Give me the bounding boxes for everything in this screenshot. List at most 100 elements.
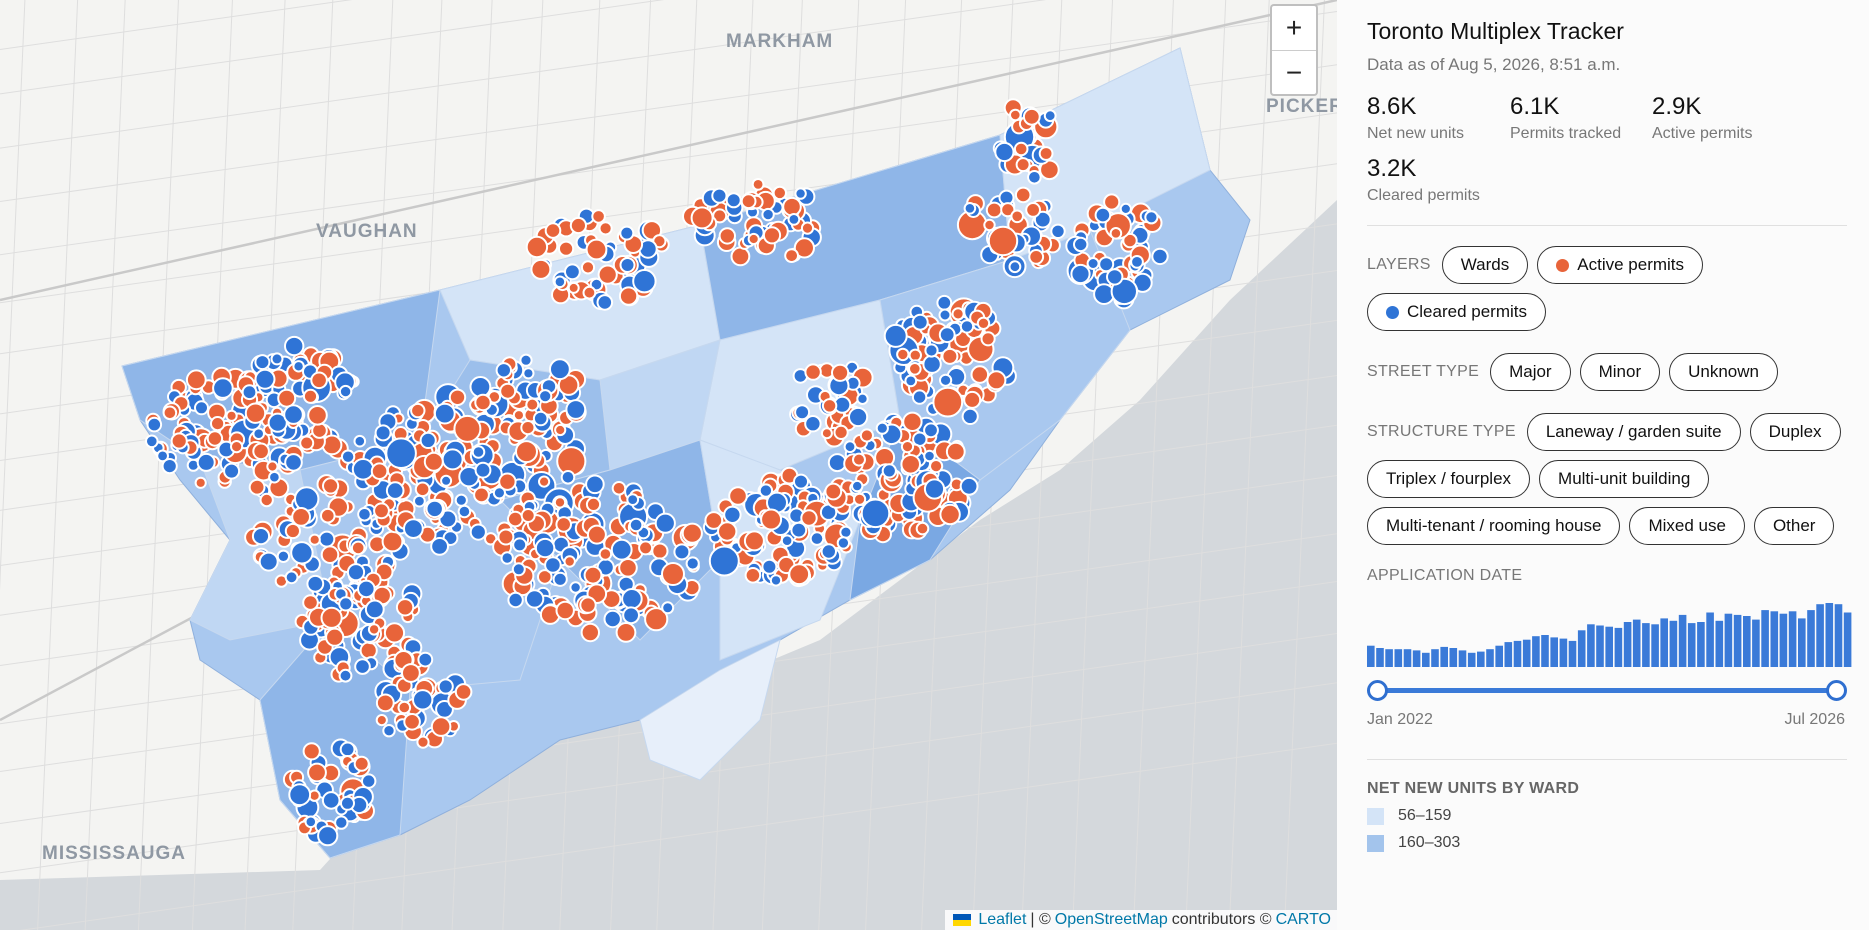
map-canvas[interactable] [0, 0, 1337, 930]
structure-type-laneway[interactable]: Laneway / garden suite [1526, 413, 1741, 451]
active-permit-marker [833, 424, 849, 440]
active-permit-marker [499, 382, 517, 400]
active-permit-marker [554, 423, 567, 437]
cleared-permit-marker [809, 531, 825, 546]
structure-type-triplex[interactable]: Triplex / fourplex [1367, 460, 1531, 498]
active-permit-marker [932, 386, 964, 418]
cleared-permit-marker [292, 360, 305, 373]
carto-link[interactable]: CARTO [1276, 911, 1331, 929]
cleared-permit-marker [145, 434, 159, 449]
active-permit-marker [983, 218, 996, 232]
active-dot-icon [1556, 258, 1570, 272]
active-permit-marker [852, 452, 866, 467]
cleared-permit-marker [474, 461, 492, 479]
active-permit-marker [1103, 193, 1121, 211]
histogram-bar [1761, 610, 1769, 667]
map[interactable]: MARKHAM VAUGHAN PICKER MISSISSAUGA + − L… [0, 0, 1337, 930]
layer-toggle-cleared-permits[interactable]: Cleared permits [1367, 293, 1546, 331]
structure-type-mixed-use[interactable]: Mixed use [1629, 507, 1745, 545]
slider-handle-end[interactable] [1826, 680, 1847, 701]
cleared-permit-marker [353, 434, 367, 448]
date-range-slider[interactable] [1367, 678, 1847, 702]
active-permit-marker [976, 316, 991, 330]
zoom-out-button[interactable]: − [1272, 50, 1316, 94]
active-permit-marker [730, 246, 751, 267]
cleared-permit-marker [534, 537, 556, 559]
cleared-permit-marker [338, 596, 354, 612]
cleared-permit-marker [1070, 263, 1091, 285]
layer-toggle-wards[interactable]: Wards [1441, 246, 1529, 284]
cleared-permit-marker [661, 601, 675, 615]
structure-type-rooming-house[interactable]: Multi-tenant / rooming house [1367, 507, 1621, 545]
cleared-permit-marker [441, 448, 464, 471]
structure-type-multi-unit[interactable]: Multi-unit building [1539, 460, 1710, 498]
cleared-permit-marker [284, 570, 299, 585]
active-permit-marker [307, 405, 328, 426]
layer-toggle-active-permits[interactable]: Active permits [1537, 246, 1704, 284]
legend-label: 160–303 [1398, 834, 1461, 851]
structure-type-title: STRUCTURE TYPE [1367, 423, 1516, 440]
active-permit-marker [230, 440, 244, 454]
cleared-permit-marker [673, 543, 691, 561]
active-permit-marker [185, 369, 207, 391]
active-permit-marker [520, 508, 536, 523]
cleared-permit-marker [334, 815, 349, 830]
active-permit-marker [582, 285, 597, 300]
zoom-in-button[interactable]: + [1272, 6, 1316, 50]
openstreetmap-link[interactable]: OpenStreetMap [1055, 911, 1168, 929]
active-permit-marker [244, 402, 267, 424]
cleared-permit-marker [654, 512, 676, 534]
active-permit-marker [206, 430, 224, 447]
active-permit-marker [266, 460, 279, 473]
histogram-bar [1495, 645, 1503, 667]
active-permit-marker [900, 440, 915, 454]
active-permit-marker [359, 641, 378, 660]
histogram-bar [1550, 637, 1558, 667]
street-type-unknown[interactable]: Unknown [1669, 353, 1778, 391]
active-permit-marker [473, 486, 490, 504]
city-label-vaughan: VAUGHAN [316, 221, 418, 242]
active-permit-marker [567, 281, 580, 294]
street-type-minor[interactable]: Minor [1579, 353, 1661, 391]
histogram-bar [1367, 645, 1375, 667]
cleared-permit-marker [338, 384, 353, 399]
active-permit-marker [661, 562, 685, 586]
cleared-permit-marker [258, 551, 279, 572]
structure-type-duplex[interactable]: Duplex [1749, 413, 1841, 451]
structure-type-other[interactable]: Other [1753, 507, 1835, 545]
leaflet-link[interactable]: Leaflet [978, 911, 1026, 929]
attribution-contributors: contributors © [1171, 911, 1272, 928]
cleared-permit-marker [306, 574, 325, 593]
active-permit-marker [395, 598, 415, 617]
active-permit-marker [497, 528, 515, 546]
active-permit-marker [820, 427, 833, 440]
cleared-permit-marker [304, 815, 318, 829]
cleared-permit-marker [848, 406, 869, 428]
cleared-permit-marker [794, 187, 807, 200]
slider-handle-start[interactable] [1367, 680, 1388, 701]
active-permit-marker [945, 441, 966, 462]
cleared-permit-marker [780, 534, 794, 548]
stat-value: 8.6K [1367, 93, 1417, 120]
cleared-permit-marker [354, 658, 371, 675]
active-permit-marker [277, 388, 297, 408]
cleared-permit-marker [437, 678, 454, 695]
active-permit-marker [580, 622, 600, 643]
active-permit-marker [618, 558, 638, 578]
active-permit-marker [762, 226, 782, 245]
active-permit-marker [1010, 209, 1025, 224]
map-road [37, 0, 79, 930]
active-permit-marker [951, 307, 965, 321]
active-permit-marker [544, 222, 562, 239]
cleared-permit-marker [294, 486, 320, 512]
map-road [84, 0, 126, 930]
histogram-bar [1477, 651, 1485, 667]
active-permit-marker [423, 451, 444, 472]
histogram-bar [1614, 627, 1623, 667]
cleared-permit-marker [417, 651, 434, 668]
active-permit-marker [248, 478, 266, 496]
active-permit-marker [430, 716, 452, 737]
street-type-major[interactable]: Major [1490, 353, 1571, 391]
slider-track[interactable] [1375, 688, 1837, 693]
active-permit-marker [416, 735, 430, 749]
